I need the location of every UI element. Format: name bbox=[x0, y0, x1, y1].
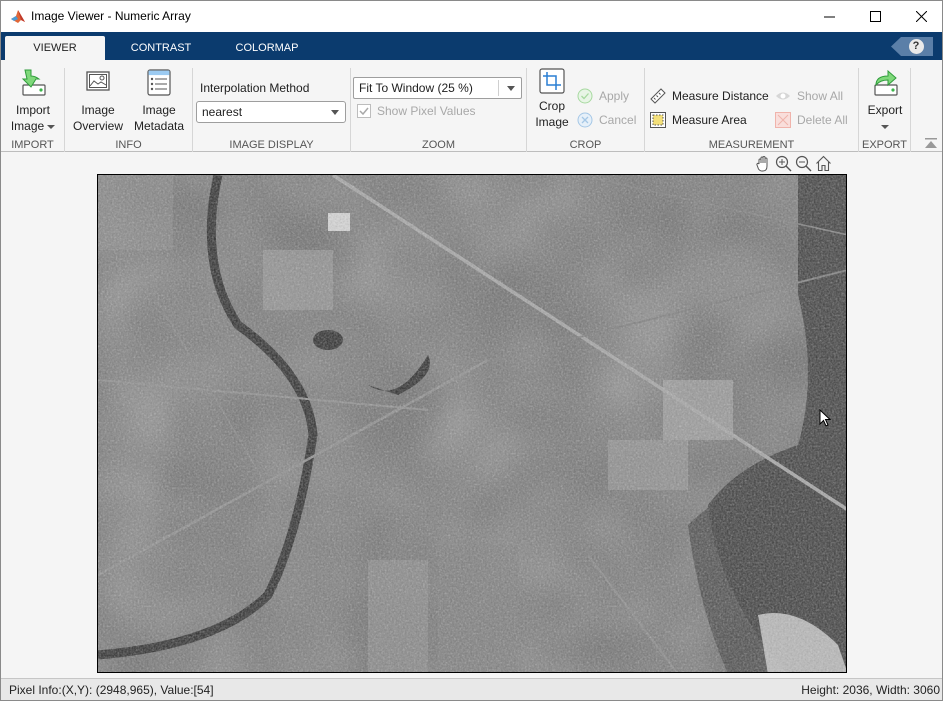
delete-all-button[interactable]: Delete All bbox=[775, 112, 848, 128]
image-overview-label-1: Image bbox=[81, 103, 115, 117]
show-pixel-values-checkbox[interactable]: Show Pixel Values bbox=[357, 104, 476, 118]
cancel-circle-icon bbox=[577, 112, 593, 128]
close-icon bbox=[915, 11, 927, 22]
matlab-logo-icon bbox=[11, 10, 25, 23]
export-icon bbox=[874, 69, 898, 96]
image-overview-label-2: Overview bbox=[72, 119, 123, 133]
image-dimensions: Height: 2036, Width: 3060 bbox=[801, 683, 940, 697]
image-display-section-label: IMAGE DISPLAY bbox=[229, 139, 314, 151]
crop-section-label: CROP bbox=[569, 139, 602, 151]
measurement-section-label: MEASUREMENT bbox=[708, 139, 795, 151]
import-section-label: IMPORT bbox=[11, 139, 54, 151]
image-metadata-button[interactable]: Image Metadata bbox=[129, 68, 189, 134]
crop-image-button[interactable]: Crop Image bbox=[533, 68, 571, 130]
zoom-in-icon bbox=[775, 155, 792, 172]
show-all-label: Show All bbox=[797, 89, 844, 103]
ruler-icon bbox=[650, 88, 666, 104]
export-label: Export bbox=[867, 103, 903, 117]
image-overview-button[interactable]: Image Overview bbox=[69, 68, 127, 134]
interpolation-method-value: nearest bbox=[202, 105, 243, 119]
check-circle-icon bbox=[577, 88, 593, 104]
tab-contrast[interactable]: CONTRAST bbox=[111, 36, 211, 60]
zoom-section: Fit To Window (25 %) Show Pixel Values Z… bbox=[351, 68, 527, 152]
minimize-icon bbox=[823, 16, 835, 18]
checkbox-checked-icon bbox=[357, 104, 371, 118]
import-section: Import Image IMPORT bbox=[1, 68, 65, 152]
image-metadata-label-1: Image bbox=[142, 103, 176, 117]
aerial-image bbox=[98, 175, 846, 672]
minimize-button[interactable] bbox=[806, 1, 852, 32]
apply-crop-button[interactable]: Apply bbox=[577, 88, 629, 104]
help-icon: ? bbox=[908, 39, 924, 54]
title-bar: Image Viewer - Numeric Array bbox=[1, 1, 942, 32]
image-view-area bbox=[1, 152, 942, 678]
dropdown-divider bbox=[498, 80, 499, 96]
eye-icon bbox=[776, 92, 790, 100]
zoom-section-label: ZOOM bbox=[422, 139, 455, 151]
pan-icon bbox=[756, 156, 768, 172]
info-section: Image Overview Image Metadata INFO bbox=[65, 68, 193, 152]
cancel-crop-button[interactable]: Cancel bbox=[577, 112, 636, 128]
toolstrip: Import Image IMPORT Image Overview Image… bbox=[1, 60, 942, 152]
zoom-out-icon bbox=[795, 155, 812, 172]
measure-distance-label: Measure Distance bbox=[672, 89, 769, 103]
image-overview-icon bbox=[86, 71, 110, 91]
crop-image-label-2: Image bbox=[535, 115, 569, 129]
chevron-down-icon bbox=[331, 110, 339, 115]
import-image-label-1: Import bbox=[15, 103, 50, 117]
delete-all-label: Delete All bbox=[797, 113, 848, 127]
apply-label: Apply bbox=[599, 89, 630, 103]
crop-icon bbox=[539, 68, 565, 94]
measure-area-label: Measure Area bbox=[672, 113, 747, 127]
zoom-level-value: Fit To Window (25 %) bbox=[359, 81, 473, 95]
delete-icon bbox=[775, 112, 791, 128]
show-all-button[interactable]: Show All bbox=[775, 88, 843, 104]
measure-area-button[interactable]: Measure Area bbox=[650, 112, 747, 128]
export-section: Export EXPORT bbox=[859, 68, 911, 152]
export-dropdown-arrow bbox=[862, 118, 908, 134]
measurement-section: Measure Distance Measure Area Show All D… bbox=[645, 68, 859, 152]
crop-image-label-1: Crop bbox=[538, 99, 565, 113]
close-button[interactable] bbox=[898, 1, 943, 32]
chevron-down-icon bbox=[881, 124, 889, 129]
pixel-info: Pixel Info:(X,Y): (2948,965), Value:[54] bbox=[9, 683, 214, 697]
tab-viewer[interactable]: VIEWER bbox=[5, 36, 105, 60]
measure-distance-button[interactable]: Measure Distance bbox=[650, 88, 769, 104]
image-metadata-label-2: Metadata bbox=[133, 119, 185, 133]
chevron-down-icon bbox=[507, 86, 515, 91]
area-icon bbox=[650, 112, 666, 128]
image-display-section: Interpolation Method nearest IMAGE DISPL… bbox=[193, 68, 351, 152]
mouse-cursor-icon bbox=[819, 409, 831, 427]
import-image-label-2-text: Image bbox=[10, 119, 45, 133]
cancel-label: Cancel bbox=[599, 113, 637, 127]
restore-view-button[interactable] bbox=[814, 154, 833, 173]
status-bar: Pixel Info:(X,Y): (2948,965), Value:[54]… bbox=[1, 678, 942, 700]
import-image-label-2: Image bbox=[7, 118, 59, 134]
image-display[interactable] bbox=[97, 174, 847, 673]
export-button[interactable]: Export bbox=[862, 68, 908, 134]
maximize-button[interactable] bbox=[852, 1, 898, 32]
home-icon bbox=[816, 155, 831, 172]
image-viewer-window: Image Viewer - Numeric Array VIEWER CONT… bbox=[0, 0, 943, 701]
import-icon bbox=[21, 69, 46, 96]
export-section-label: EXPORT bbox=[861, 139, 908, 151]
info-section-label: INFO bbox=[115, 139, 142, 151]
interpolation-method-dropdown[interactable]: nearest bbox=[196, 101, 346, 123]
tab-colormap[interactable]: COLORMAP bbox=[217, 36, 317, 60]
import-image-button[interactable]: Import Image bbox=[7, 68, 59, 134]
interpolation-method-label: Interpolation Method bbox=[200, 81, 310, 95]
show-pixel-values-label: Show Pixel Values bbox=[377, 104, 476, 118]
help-button[interactable]: ? bbox=[891, 37, 933, 56]
zoom-in-button[interactable] bbox=[774, 154, 793, 173]
tab-strip: VIEWER CONTRAST COLORMAP ? bbox=[1, 32, 942, 60]
window-title: Image Viewer - Numeric Array bbox=[31, 9, 191, 23]
crop-section: Crop Image Apply Cancel CROP bbox=[527, 68, 645, 152]
chevron-down-icon bbox=[47, 124, 56, 129]
zoom-out-button[interactable] bbox=[794, 154, 813, 173]
zoom-level-dropdown[interactable]: Fit To Window (25 %) bbox=[353, 77, 522, 99]
pan-button[interactable] bbox=[754, 154, 773, 173]
metadata-icon bbox=[147, 69, 171, 96]
collapse-toolstrip-icon[interactable] bbox=[925, 138, 937, 148]
maximize-icon bbox=[869, 11, 881, 22]
